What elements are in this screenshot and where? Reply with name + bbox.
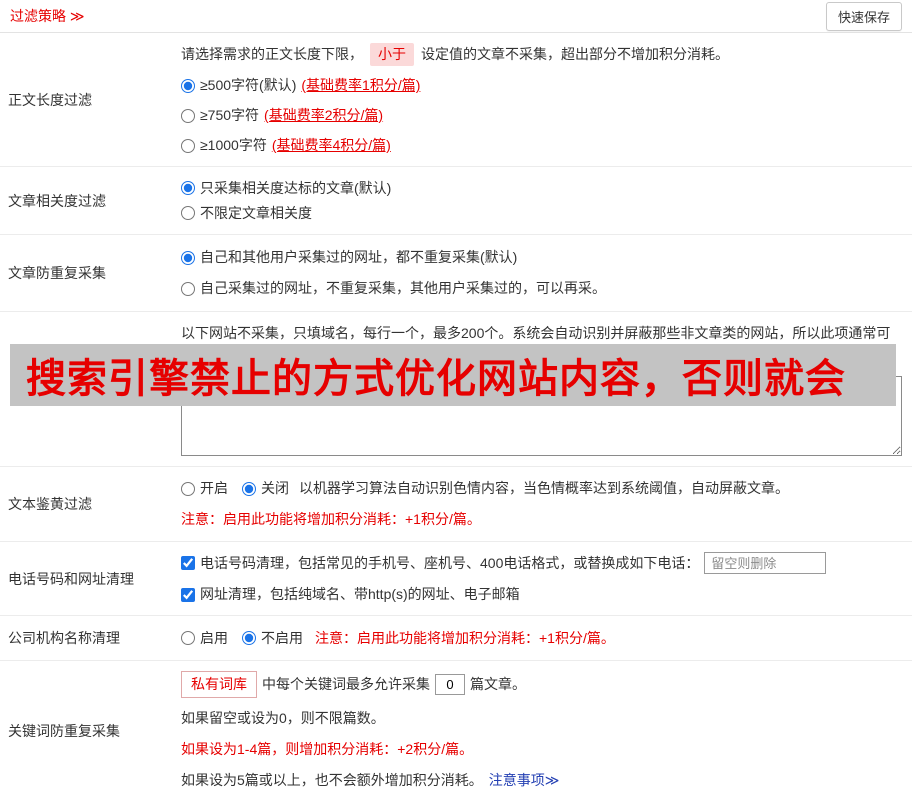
base-rate-link[interactable]: (基础费率1积分/篇) — [301, 75, 420, 96]
intro-text: 设定值的文章不采集，超出部分不增加积分消耗。 — [421, 46, 729, 62]
keyword-line1-text: 中每个关键词最多允许采集 — [262, 676, 430, 692]
porn-filter-cost-note: 注意：启用此功能将增加积分消耗：+1积分/篇。 — [181, 511, 481, 527]
section-body-length-filter: 正文长度过滤 请选择需求的正文长度下限， 小于 设定值的文章不采集，超出部分不增… — [0, 33, 912, 167]
section-label: 文章相关度过滤 — [8, 192, 106, 209]
base-rate-link[interactable]: (基础费率4积分/篇) — [272, 135, 391, 156]
length-1000-radio[interactable] — [181, 138, 195, 153]
length-option-1000[interactable]: ≥1000字符 — [181, 135, 267, 156]
keyword-line1-text: 篇文章。 — [470, 676, 526, 692]
dedup-option-self-only[interactable]: 自己采集过的网址，不重复采集，其他用户采集过的，可以再采。 — [181, 278, 606, 299]
section-label: 电话号码和网址清理 — [8, 570, 134, 587]
filter-strategy-toggle[interactable]: 过滤策略 ≫ — [10, 6, 85, 26]
body-length-intro: 请选择需求的正文长度下限， 小于 设定值的文章不采集，超出部分不增加积分消耗。 — [181, 43, 902, 66]
porn-filter-desc: 以机器学习算法自动识别色情内容，当色情概率达到系统阈值，自动屏蔽文章。 — [299, 480, 789, 496]
option-label: 开启 — [200, 480, 228, 496]
company-cleanup-cost-note: 注意：启用此功能将增加积分消耗：+1积分/篇。 — [315, 629, 615, 646]
porn-filter-on-option[interactable]: 开启 — [181, 478, 228, 499]
section-label: 文章防重复采集 — [8, 265, 106, 281]
section-label: 关键词防重复采集 — [8, 723, 120, 739]
replacement-phone-input[interactable] — [704, 552, 827, 574]
porn-off-radio[interactable] — [242, 481, 256, 496]
company-off-radio[interactable] — [242, 631, 256, 645]
option-label: ≥500字符(默认) — [200, 77, 297, 93]
option-label: 电话号码清理，包括常见的手机号、座机号、400电话格式，或替换成如下电话： — [200, 554, 700, 571]
phone-cleanup-checkbox[interactable] — [181, 556, 195, 570]
relevance-option-strict[interactable]: 只采集相关度达标的文章(默认) — [181, 178, 391, 199]
company-cleanup-on-option[interactable]: 启用 — [181, 628, 228, 649]
option-label: 自己采集过的网址，不重复采集，其他用户采集过的，可以再采。 — [200, 280, 606, 296]
option-label: ≥750字符 — [200, 107, 260, 123]
private-lexicon-button[interactable]: 私有词库 — [181, 671, 257, 698]
option-label: 不限定文章相关度 — [200, 204, 312, 221]
company-cleanup-off-option[interactable]: 不启用 — [242, 628, 303, 649]
length-option-750[interactable]: ≥750字符 — [181, 105, 259, 126]
dedup-self-only-radio[interactable] — [181, 281, 195, 296]
option-label: 自己和其他用户采集过的网址，都不重复采集(默认) — [200, 249, 518, 265]
url-cleanup-checkbox[interactable] — [181, 587, 195, 602]
magnifier-overlay-banner: 搜索引擎禁止的方式优化网站内容，否则就会 — [10, 344, 896, 406]
option-label: 网址清理，包括纯域名、带http(s)的网址、电子邮箱 — [200, 586, 520, 602]
base-rate-link[interactable]: (基础费率2积分/篇) — [264, 105, 383, 126]
relevance-strict-radio[interactable] — [181, 181, 195, 195]
section-keyword-dedup: 关键词防重复采集 私有词库 中每个关键词最多允许采集 篇文章。 如果留空或设为0… — [0, 661, 912, 801]
section-dedup-collection: 文章防重复采集 自己和其他用户采集过的网址，都不重复采集(默认) 自己采集过的网… — [0, 235, 912, 312]
relevance-option-any[interactable]: 不限定文章相关度 — [181, 203, 312, 224]
section-label: 正文长度过滤 — [8, 91, 92, 108]
dedup-option-all-users[interactable]: 自己和其他用户采集过的网址，都不重复采集(默认) — [181, 247, 517, 268]
length-500-radio[interactable] — [181, 78, 195, 93]
length-option-500[interactable]: ≥500字符(默认) — [181, 75, 296, 96]
porn-on-radio[interactable] — [181, 481, 195, 496]
option-label: ≥1000字符 — [200, 137, 267, 153]
option-label: 不启用 — [261, 629, 303, 646]
keyword-count-input[interactable] — [435, 674, 465, 695]
porn-filter-off-option[interactable]: 关闭 — [242, 478, 289, 499]
option-label: 关闭 — [261, 480, 289, 496]
relevance-any-radio[interactable] — [181, 206, 195, 220]
company-on-radio[interactable] — [181, 631, 195, 645]
notice-link[interactable]: 注意事项≫ — [489, 770, 560, 791]
section-label: 文本鉴黄过滤 — [8, 496, 92, 512]
keyword-note-unlimited: 如果留空或设为0，则不限篇数。 — [181, 710, 385, 726]
toolbar: 过滤策略 ≫ 快速保存 — [0, 0, 912, 33]
quick-save-button[interactable]: 快速保存 — [825, 1, 902, 31]
url-cleanup-option[interactable]: 网址清理，包括纯域名、带http(s)的网址、电子邮箱 — [181, 584, 520, 605]
phone-cleanup-option[interactable]: 电话号码清理，包括常见的手机号、座机号、400电话格式，或替换成如下电话： — [181, 553, 699, 574]
section-porn-filter: 文本鉴黄过滤 开启 关闭 以机器学习算法自动识别色情内容，当色情概率达到系统阈值… — [0, 467, 912, 542]
section-company-cleanup: 公司机构名称清理 启用 不启用 注意：启用此功能将增加积分消耗：+1积分/篇。 — [0, 616, 912, 661]
less-than-highlight: 小于 — [370, 43, 414, 66]
section-relevance-filter: 文章相关度过滤 只采集相关度达标的文章(默认) 不限定文章相关度 — [0, 167, 912, 235]
dedup-all-users-radio[interactable] — [181, 250, 195, 265]
option-label: 只采集相关度达标的文章(默认) — [200, 179, 392, 196]
keyword-note-five-plus: 如果设为5篇或以上，也不会额外增加积分消耗。 — [181, 772, 483, 788]
length-750-radio[interactable] — [181, 108, 195, 123]
section-label: 公司机构名称清理 — [8, 630, 120, 646]
section-phone-url-cleanup: 电话号码和网址清理 电话号码清理，包括常见的手机号、座机号、400电话格式，或替… — [0, 542, 912, 616]
option-label: 启用 — [200, 629, 228, 646]
intro-text: 请选择需求的正文长度下限， — [181, 46, 363, 62]
keyword-note-cost: 如果设为1-4篇，则增加积分消耗：+2积分/篇。 — [181, 741, 474, 757]
